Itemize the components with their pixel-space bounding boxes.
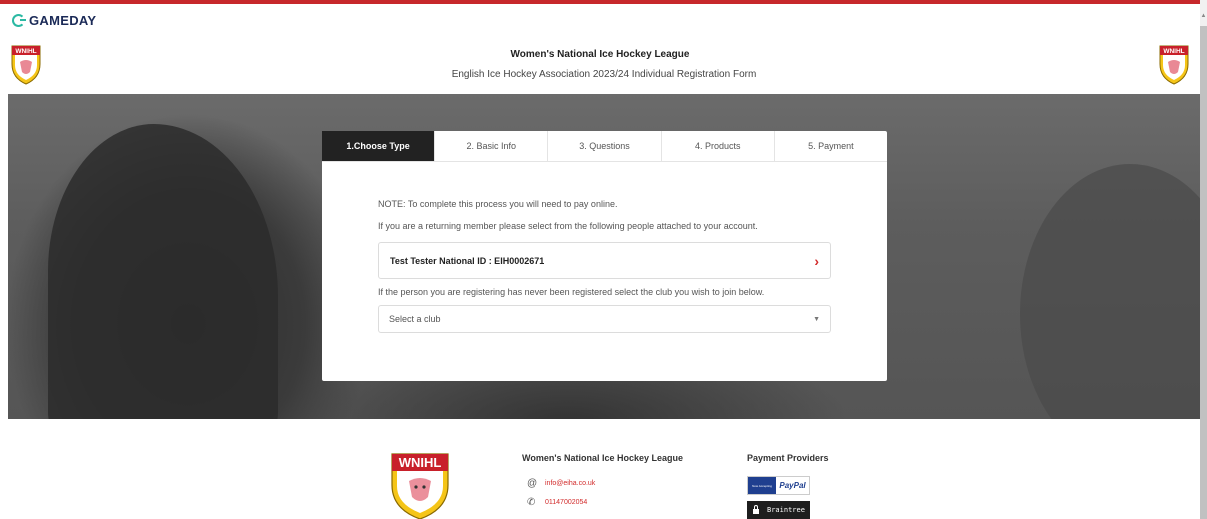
payment-providers-title: Payment Providers	[747, 453, 829, 463]
svg-text:WNIHL: WNIHL	[399, 455, 442, 470]
online-payment-note: NOTE: To complete this process you will …	[378, 199, 618, 209]
paypal-badge-left: Now Accepting	[748, 477, 776, 494]
new-registration-note: If the person you are registering has ne…	[378, 287, 765, 297]
form-header: WNIHL Women's National Ice Hockey League…	[0, 36, 1200, 94]
registration-card: 1.Choose Type 2. Basic Info 3. Questions…	[322, 131, 887, 381]
club-select-value: Select a club	[389, 314, 441, 324]
step-tabs: 1.Choose Type 2. Basic Info 3. Questions…	[322, 131, 887, 162]
footer-phone-text: 01147002054	[545, 499, 588, 506]
lock-icon	[753, 505, 759, 514]
tab-basic-info[interactable]: 2. Basic Info	[434, 131, 547, 161]
page-scrollbar[interactable]: ▲	[1200, 0, 1207, 519]
gameday-logo[interactable]: GAMEDAY	[12, 13, 96, 28]
tab-choose-type[interactable]: 1.Choose Type	[322, 131, 435, 161]
footer-phone-link[interactable]: ✆ 01147002054	[527, 497, 587, 508]
phone-icon: ✆	[527, 497, 536, 508]
footer-email-text: info@eiha.co.uk	[545, 480, 596, 487]
svg-text:WNIHL: WNIHL	[1163, 48, 1184, 55]
gameday-logo-text: GAMEDAY	[29, 12, 97, 28]
card-body: NOTE: To complete this process you will …	[322, 199, 887, 333]
tab-products[interactable]: 4. Products	[660, 131, 774, 161]
gameday-g-icon	[12, 13, 26, 27]
tab-questions[interactable]: 3. Questions	[547, 131, 660, 161]
tab-payment[interactable]: 5. Payment	[773, 131, 887, 161]
chevron-right-icon: ›	[814, 252, 819, 269]
scroll-up-arrow-icon[interactable]: ▲	[1200, 13, 1207, 21]
form-title: English Ice Hockey Association 2023/24 I…	[451, 69, 757, 80]
existing-person-option[interactable]: Test Tester National ID : EIH0002671 ›	[378, 242, 831, 279]
league-crest-right: WNIHL	[1159, 45, 1189, 85]
person-name-label: Test Tester National ID : EIH0002671	[390, 255, 545, 266]
braintree-badge: Braintree	[747, 501, 810, 519]
paypal-badge: Now Accepting PayPal	[747, 476, 810, 495]
footer-league-crest: WNIHL	[391, 453, 449, 519]
returning-member-note: If you are a returning member please sel…	[378, 221, 758, 231]
paypal-badge-right: PayPal	[779, 481, 806, 490]
braintree-label: Braintree	[767, 506, 805, 514]
page-footer: WNIHL Women's National Ice Hockey League…	[0, 419, 1200, 519]
club-select[interactable]: Select a club ▼	[378, 305, 831, 333]
league-title: Women's National Ice Hockey League	[510, 49, 690, 60]
at-icon: @	[527, 478, 538, 489]
gameday-topbar: GAMEDAY	[0, 4, 1200, 36]
caret-down-icon: ▼	[813, 315, 820, 323]
footer-league-name: Women's National Ice Hockey League	[522, 453, 684, 463]
scroll-thumb[interactable]	[1200, 26, 1207, 519]
footer-email-link[interactable]: @ info@eiha.co.uk	[527, 478, 595, 489]
